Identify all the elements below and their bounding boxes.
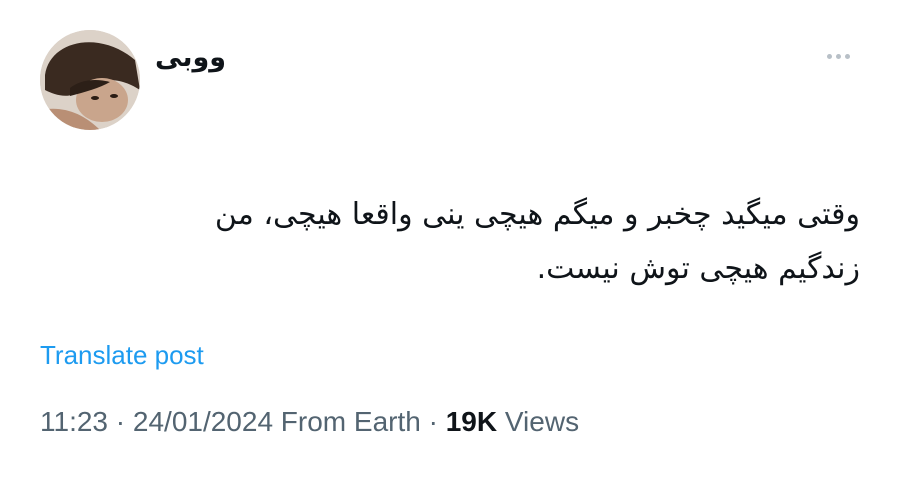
tweet-line: وقتی میگید چخبر و میگم هیچی ینی واقعا هی… [214,197,860,232]
dot [844,53,850,59]
tweet-meta: 11:23 · 24/01/2024 From Earth · 19K View… [40,406,579,438]
dot [826,53,832,59]
tweet-source: From Earth [273,406,421,437]
display-name[interactable]: ووبی [155,42,226,73]
views-label: Views [497,406,580,437]
meta-separator: · [108,406,133,437]
tweet-time[interactable]: 11:23 [40,406,108,437]
avatar[interactable] [40,30,140,130]
more-horizontal-icon[interactable] [818,46,858,66]
meta-separator: · [420,406,446,437]
avatar-photo [40,30,140,130]
translate-post-link[interactable]: Translate post [40,340,204,371]
tweet-date[interactable]: 24/01/2024 [133,406,273,437]
tweet-text: وقتی میگید چخبر و میگم هیچی ینی واقعا هی… [80,188,860,296]
tweet-line: زندگیم هیچی توش نیست. [536,251,860,286]
views-count[interactable]: 19K [446,406,497,437]
dot [835,53,841,59]
